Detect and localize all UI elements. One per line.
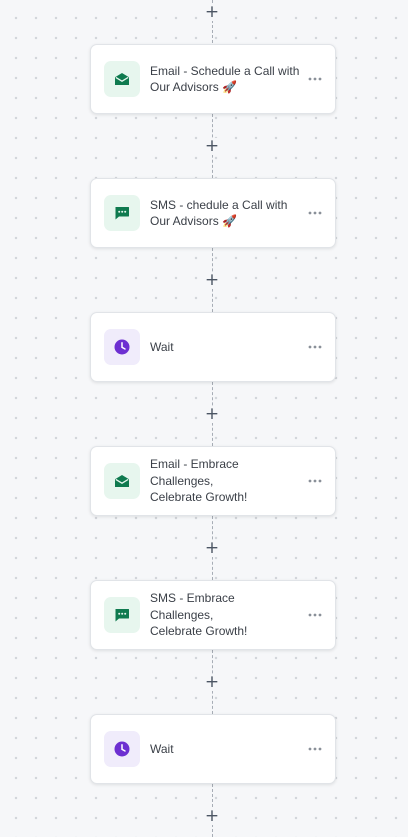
flow-node-email[interactable]: Email - Embrace Challenges, Celebrate Gr… bbox=[90, 446, 336, 516]
sms-icon bbox=[104, 597, 140, 633]
node-label: Wait bbox=[150, 339, 174, 354]
plus-icon: + bbox=[202, 403, 222, 424]
plus-icon: + bbox=[202, 671, 222, 692]
flow-node-sms[interactable]: SMS - Embrace Challenges, Celebrate Grow… bbox=[90, 580, 336, 650]
plus-icon: + bbox=[202, 537, 222, 558]
node-label: Email - Embrace Challenges, Celebrate Gr… bbox=[150, 457, 248, 505]
clock-icon bbox=[104, 731, 140, 767]
node-label: Email - Schedule a Call with Our Advisor… bbox=[150, 63, 300, 95]
sms-icon bbox=[104, 195, 140, 231]
more-options-icon[interactable] bbox=[304, 605, 326, 625]
more-options-icon[interactable] bbox=[304, 739, 326, 759]
plus-icon: + bbox=[202, 805, 222, 826]
add-step-button[interactable]: + bbox=[202, 538, 222, 558]
email-icon bbox=[104, 463, 140, 499]
more-options-icon[interactable] bbox=[304, 69, 326, 89]
plus-icon: + bbox=[202, 135, 222, 156]
node-label: SMS - chedule a Call with Our Advisors 🚀 bbox=[150, 197, 288, 229]
more-options-icon[interactable] bbox=[304, 337, 326, 357]
flow-node-sms[interactable]: SMS - chedule a Call with Our Advisors 🚀 bbox=[90, 178, 336, 248]
flow-node-wait[interactable]: Wait bbox=[90, 312, 336, 382]
flow-node-email[interactable]: Email - Schedule a Call with Our Advisor… bbox=[90, 44, 336, 114]
add-step-button[interactable]: + bbox=[202, 672, 222, 692]
more-options-icon[interactable] bbox=[305, 471, 326, 491]
plus-icon: + bbox=[202, 269, 222, 290]
node-label: SMS - Embrace Challenges, Celebrate Grow… bbox=[150, 591, 248, 639]
clock-icon bbox=[104, 329, 140, 365]
add-step-button[interactable]: + bbox=[202, 806, 222, 826]
flow-node-wait[interactable]: Wait bbox=[90, 714, 336, 784]
more-options-icon[interactable] bbox=[304, 203, 326, 223]
add-step-button[interactable]: + bbox=[202, 2, 222, 22]
add-step-button[interactable]: + bbox=[202, 404, 222, 424]
plus-icon: + bbox=[202, 1, 222, 22]
email-icon bbox=[104, 61, 140, 97]
workflow-canvas[interactable]: + + + + + + + Email - Schedule a Call wi… bbox=[0, 0, 408, 837]
node-label: Wait bbox=[150, 741, 174, 756]
add-step-button[interactable]: + bbox=[202, 270, 222, 290]
add-step-button[interactable]: + bbox=[202, 136, 222, 156]
